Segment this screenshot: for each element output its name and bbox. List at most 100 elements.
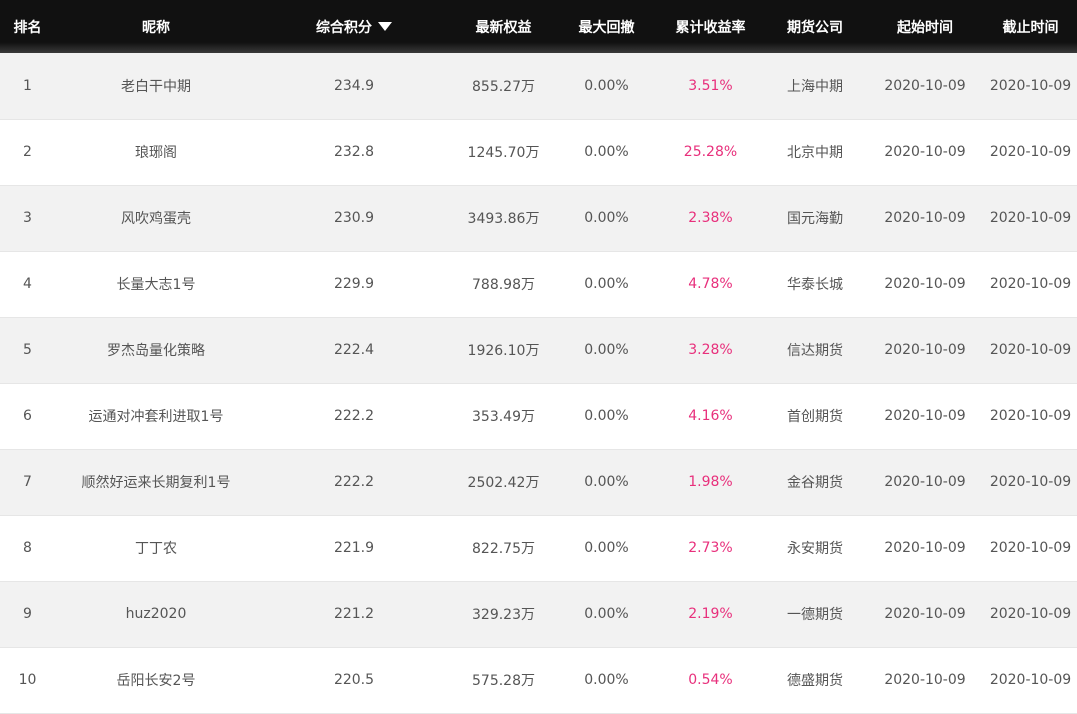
cell-rank: 6 xyxy=(23,408,32,424)
cell-return: 1.98% xyxy=(688,474,733,490)
cell-equity: 822.75万 xyxy=(472,541,535,557)
cell-drawdown: 0.00% xyxy=(584,606,629,622)
cell-score: 232.8 xyxy=(333,144,375,160)
cell-nickname[interactable]: huz2020 xyxy=(55,581,257,647)
cell-end: 2020-10-09 xyxy=(989,342,1072,358)
header-nickname[interactable]: 昵称 xyxy=(55,0,257,53)
cell-return: 0.54% xyxy=(688,672,733,688)
cell-equity: 788.98万 xyxy=(472,277,535,293)
cell-return: 4.78% xyxy=(688,276,733,292)
header-company[interactable]: 期货公司 xyxy=(764,0,866,53)
table-row[interactable]: 9 huz2020 221.2 329.23万 0.00% 2.19% 一德期货… xyxy=(0,581,1077,647)
cell-return: 2.38% xyxy=(688,210,733,226)
table-row[interactable]: 8 丁丁农 221.9 822.75万 0.00% 2.73% 永安期货 202… xyxy=(0,515,1077,581)
cell-score: 220.5 xyxy=(333,672,375,688)
cell-nickname[interactable]: 顺然好运来长期复利1号 xyxy=(55,449,257,515)
header-score-label: 综合积分 xyxy=(316,19,372,36)
cell-end: 2020-10-09 xyxy=(989,77,1072,94)
cell-start: 2020-10-09 xyxy=(884,474,966,490)
cell-equity: 1245.70万 xyxy=(467,145,540,161)
header-return[interactable]: 累计收益率 xyxy=(657,0,764,53)
cell-score: 221.9 xyxy=(333,540,375,556)
table-row[interactable]: 7 顺然好运来长期复利1号 222.2 2502.42万 0.00% 1.98%… xyxy=(0,449,1077,515)
cell-company: 金谷期货 xyxy=(787,475,843,491)
cell-rank: 1 xyxy=(23,77,32,94)
cell-start: 2020-10-09 xyxy=(884,144,966,160)
table-row[interactable]: 3 风吹鸡蛋壳 230.9 3493.86万 0.00% 2.38% 国元海勤 … xyxy=(0,185,1077,251)
cell-score: 230.9 xyxy=(333,210,375,226)
cell-drawdown: 0.00% xyxy=(584,342,629,358)
cell-return: 25.28% xyxy=(683,144,738,160)
cell-nickname[interactable]: 岳阳长安2号 xyxy=(55,647,257,713)
header-end[interactable]: 截止时间 xyxy=(984,0,1077,53)
cell-nickname[interactable]: 老白干中期 xyxy=(55,53,257,119)
cell-score: 222.2 xyxy=(333,474,375,490)
cell-nickname[interactable]: 长量大志1号 xyxy=(55,251,257,317)
table-body: 1 老白干中期 234.9 855.27万 0.00% 3.51% 上海中期 2… xyxy=(0,53,1077,713)
cell-return: 2.19% xyxy=(688,606,733,622)
header-equity[interactable]: 最新权益 xyxy=(451,0,556,53)
cell-end: 2020-10-09 xyxy=(989,408,1072,424)
cell-end: 2020-10-09 xyxy=(989,474,1072,490)
cell-start: 2020-10-09 xyxy=(884,342,966,358)
cell-start: 2020-10-09 xyxy=(884,77,966,94)
header-drawdown[interactable]: 最大回撤 xyxy=(556,0,657,53)
cell-end: 2020-10-09 xyxy=(989,672,1072,688)
cell-end: 2020-10-09 xyxy=(989,210,1072,226)
cell-nickname[interactable]: 琅琊阁 xyxy=(55,119,257,185)
cell-equity: 3493.86万 xyxy=(467,211,540,227)
header-start[interactable]: 起始时间 xyxy=(866,0,984,53)
cell-score: 229.9 xyxy=(333,276,375,292)
header-rank[interactable]: 排名 xyxy=(0,0,55,53)
cell-rank: 9 xyxy=(23,606,32,622)
cell-return: 4.16% xyxy=(688,408,733,424)
cell-start: 2020-10-09 xyxy=(884,672,966,688)
cell-company: 德盛期货 xyxy=(787,673,843,689)
caret-down-icon[interactable] xyxy=(378,21,392,31)
cell-company: 上海中期 xyxy=(787,78,843,95)
cell-start: 2020-10-09 xyxy=(884,276,966,292)
table-row[interactable]: 10 岳阳长安2号 220.5 575.28万 0.00% 0.54% 德盛期货… xyxy=(0,647,1077,713)
cell-score: 221.2 xyxy=(333,606,375,622)
table-row[interactable]: 2 琅琊阁 232.8 1245.70万 0.00% 25.28% 北京中期 2… xyxy=(0,119,1077,185)
cell-company: 一德期货 xyxy=(787,607,843,623)
cell-rank: 3 xyxy=(23,210,32,226)
cell-drawdown: 0.00% xyxy=(584,144,629,160)
cell-rank: 8 xyxy=(23,540,32,556)
cell-nickname[interactable]: 风吹鸡蛋壳 xyxy=(55,185,257,251)
cell-nickname[interactable]: 运通对冲套利进取1号 xyxy=(55,383,257,449)
cell-return: 3.28% xyxy=(688,342,733,358)
table-row[interactable]: 5 罗杰岛量化策略 222.4 1926.10万 0.00% 3.28% 信达期… xyxy=(0,317,1077,383)
cell-end: 2020-10-09 xyxy=(989,276,1072,292)
cell-company: 华泰长城 xyxy=(787,277,843,293)
cell-equity: 353.49万 xyxy=(472,409,535,425)
cell-company: 北京中期 xyxy=(787,145,843,161)
cell-equity: 329.23万 xyxy=(472,607,535,623)
cell-rank: 4 xyxy=(23,276,32,292)
cell-rank: 5 xyxy=(23,342,32,358)
cell-company: 信达期货 xyxy=(787,343,843,359)
cell-drawdown: 0.00% xyxy=(584,408,629,424)
cell-return: 3.51% xyxy=(688,77,733,94)
cell-nickname[interactable]: 罗杰岛量化策略 xyxy=(55,317,257,383)
cell-nickname[interactable]: 丁丁农 xyxy=(55,515,257,581)
cell-return: 2.73% xyxy=(688,540,733,556)
header-score[interactable]: 综合积分 xyxy=(257,0,451,53)
cell-end: 2020-10-09 xyxy=(989,144,1072,160)
ranking-table: 排名 昵称 综合积分 最新权益 最大回撤 累计收益率 期货公司 起始时间 截止时… xyxy=(0,0,1077,714)
cell-equity: 575.28万 xyxy=(472,673,535,689)
table-row[interactable]: 1 老白干中期 234.9 855.27万 0.00% 3.51% 上海中期 2… xyxy=(0,53,1077,119)
table-row[interactable]: 6 运通对冲套利进取1号 222.2 353.49万 0.00% 4.16% 首… xyxy=(0,383,1077,449)
cell-drawdown: 0.00% xyxy=(584,210,629,226)
cell-equity: 2502.42万 xyxy=(467,475,540,491)
cell-drawdown: 0.00% xyxy=(584,77,629,94)
table-row[interactable]: 4 长量大志1号 229.9 788.98万 0.00% 4.78% 华泰长城 … xyxy=(0,251,1077,317)
cell-drawdown: 0.00% xyxy=(584,540,629,556)
cell-start: 2020-10-09 xyxy=(884,606,966,622)
cell-rank: 10 xyxy=(18,672,37,688)
table-header-row: 排名 昵称 综合积分 最新权益 最大回撤 累计收益率 期货公司 起始时间 截止时… xyxy=(0,0,1077,53)
cell-end: 2020-10-09 xyxy=(989,540,1072,556)
cell-equity: 855.27万 xyxy=(472,78,535,95)
cell-score: 234.9 xyxy=(333,77,375,94)
cell-start: 2020-10-09 xyxy=(884,540,966,556)
